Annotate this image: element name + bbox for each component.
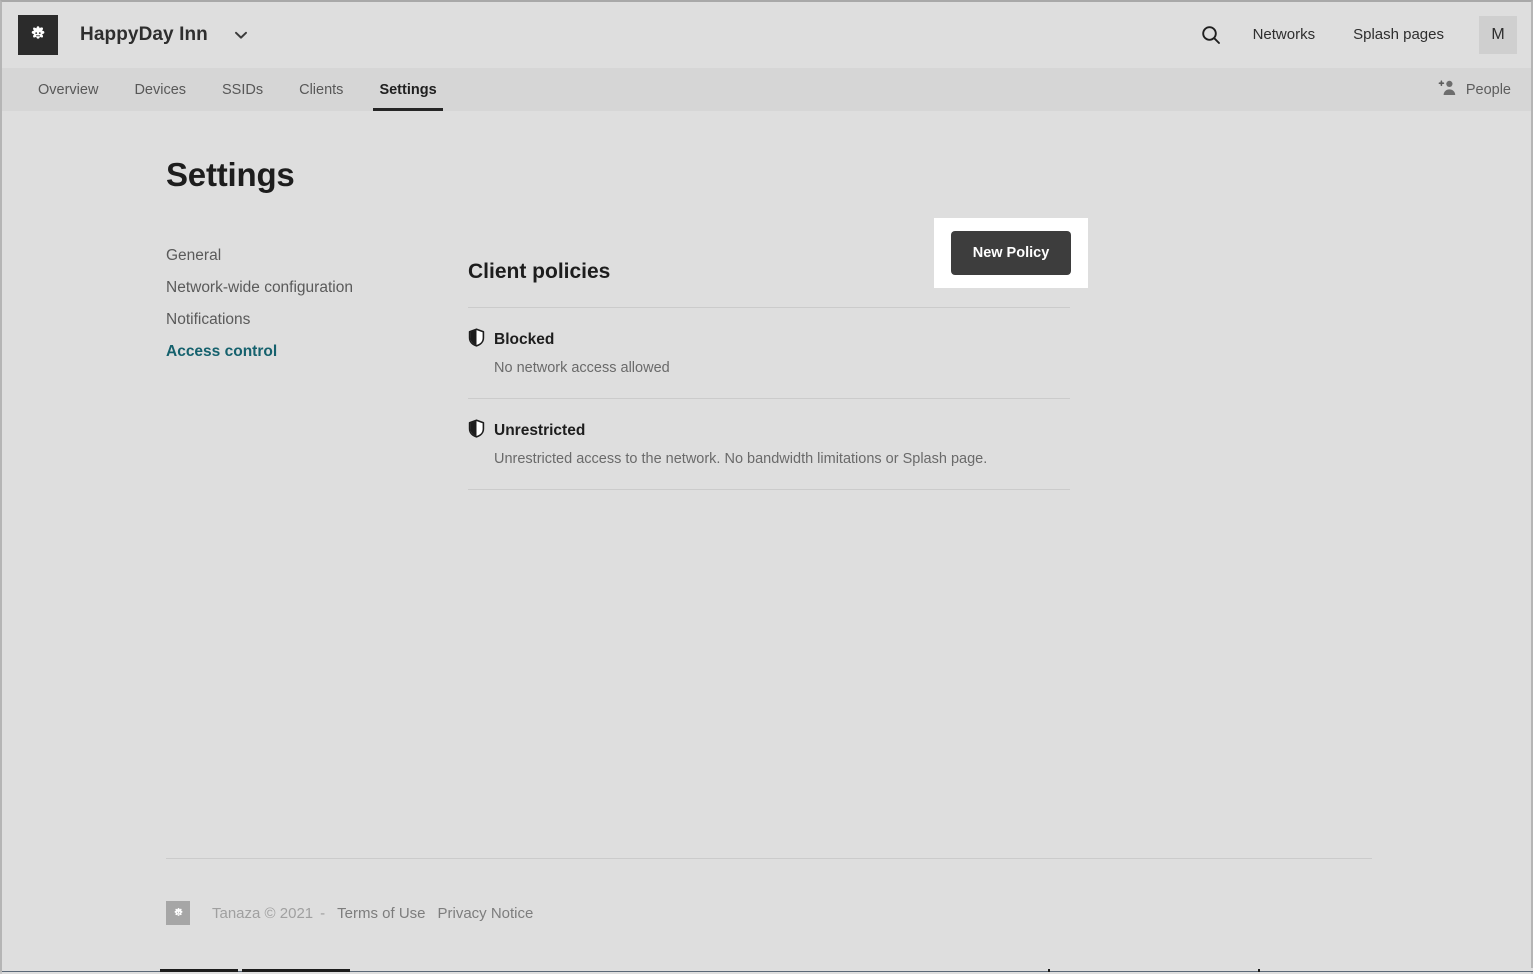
main-navigation-bar: Overview Devices SSIDs Clients Settings … [2, 68, 1531, 111]
header-link-networks[interactable]: Networks [1234, 15, 1335, 55]
shield-half-icon [468, 419, 485, 443]
header-link-splash-pages[interactable]: Splash pages [1334, 15, 1463, 55]
policy-head: Blocked [468, 328, 1070, 352]
footer-link-privacy-notice[interactable]: Privacy Notice [438, 905, 534, 922]
nav-tab-devices[interactable]: Devices [116, 68, 204, 111]
browser-window: HappyDay Inn Networks Splash pages M Ove… [0, 0, 1533, 974]
add-person-icon [1438, 79, 1458, 100]
nav-tab-overview[interactable]: Overview [20, 68, 116, 111]
footer-divider [166, 858, 1372, 859]
new-policy-button[interactable]: New Policy [951, 231, 1071, 275]
tanaza-logo-icon[interactable] [18, 15, 58, 55]
client-policies-panel: Client policies New Policy Blocked No ne… [468, 218, 1088, 490]
new-policy-highlight-box: New Policy [934, 218, 1088, 288]
policy-name: Blocked [494, 331, 555, 348]
client-policies-header: Client policies New Policy [468, 218, 1088, 307]
nav-tab-clients[interactable]: Clients [281, 68, 361, 111]
footer-copyright: Tanaza © 2021 [212, 904, 314, 922]
footer-content: Tanaza © 2021 - Terms of Use Privacy Not… [166, 901, 1372, 925]
settings-sidebar: General Network-wide configuration Notif… [166, 237, 468, 490]
policy-name: Unrestricted [494, 422, 586, 439]
people-button-label: People [1465, 81, 1511, 98]
policy-row-unrestricted[interactable]: Unrestricted Unrestricted access to the … [468, 399, 1070, 489]
footer-dash: - [320, 904, 326, 922]
sidebar-item-general[interactable]: General [166, 240, 468, 272]
page-title: Settings [166, 156, 295, 193]
sidebar-item-access-control[interactable]: Access control [166, 336, 468, 368]
avatar[interactable]: M [1479, 16, 1517, 54]
policy-description: No network access allowed [494, 360, 670, 376]
policy-row-blocked[interactable]: Blocked No network access allowed [468, 308, 1070, 398]
tanaza-logo-icon [166, 901, 190, 925]
top-header-bar: HappyDay Inn Networks Splash pages M [2, 2, 1531, 68]
search-icon[interactable] [1188, 12, 1234, 58]
nav-tab-settings[interactable]: Settings [361, 68, 454, 111]
footer-link-terms-of-use[interactable]: Terms of Use [337, 905, 425, 922]
nav-tab-ssids[interactable]: SSIDs [204, 68, 281, 111]
os-taskbar-strip [2, 968, 1533, 972]
policy-description: Unrestricted access to the network. No b… [494, 451, 988, 467]
page-footer: Tanaza © 2021 - Terms of Use Privacy Not… [166, 858, 1372, 925]
page-content: Settings General Network-wide configurat… [2, 111, 1531, 974]
footer-links: Tanaza © 2021 - Terms of Use Privacy Not… [212, 905, 533, 922]
people-button[interactable]: People [1428, 68, 1531, 111]
sidebar-item-network-wide-configuration[interactable]: Network-wide configuration [166, 272, 468, 304]
chevron-down-icon[interactable] [232, 26, 250, 44]
policy-head: Unrestricted [468, 419, 1070, 443]
brand-group: HappyDay Inn [18, 15, 250, 55]
shield-half-icon [468, 328, 485, 352]
policy-divider-bottom [468, 489, 1070, 490]
organization-name: HappyDay Inn [80, 24, 208, 45]
settings-columns: General Network-wide configuration Notif… [166, 218, 1531, 490]
client-policies-title: Client policies [468, 260, 611, 283]
header-actions: Networks Splash pages M [1188, 12, 1517, 58]
sidebar-item-notifications[interactable]: Notifications [166, 304, 468, 336]
